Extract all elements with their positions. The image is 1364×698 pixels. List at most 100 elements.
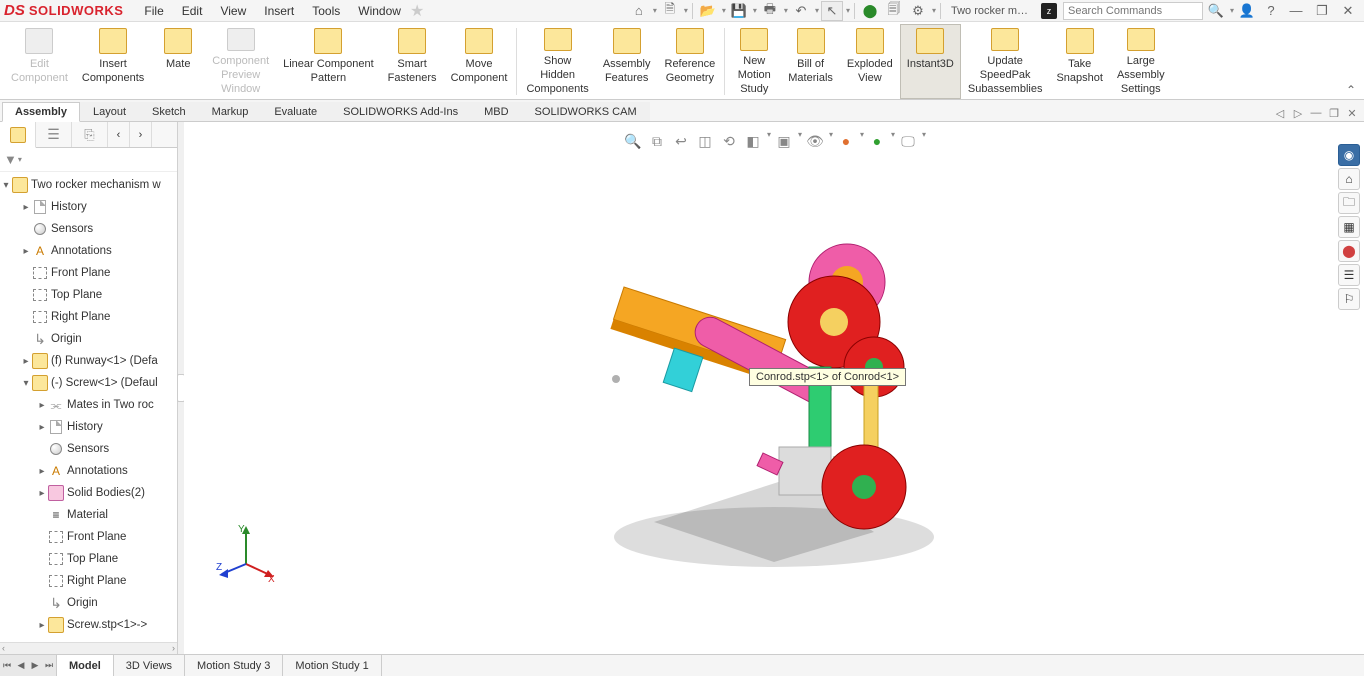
tree-node[interactable]: ▸(f) Runway<1> (Defa: [0, 350, 177, 372]
tree-node[interactable]: Sensors: [0, 438, 177, 460]
viewport-next-icon[interactable]: ▷: [1290, 105, 1306, 121]
cmd-tab-solidworks-cam[interactable]: SOLIDWORKS CAM: [522, 102, 650, 121]
cmd-tab-solidworks-add-ins[interactable]: SOLIDWORKS Add-Ins: [330, 102, 471, 121]
cmd-tab-sketch[interactable]: Sketch: [139, 102, 199, 121]
tree-node[interactable]: Top Plane: [0, 284, 177, 306]
config-tab[interactable]: ⎘: [72, 122, 108, 147]
bottom-tab-motion-study-3[interactable]: Motion Study 3: [185, 655, 283, 676]
viewport-close-icon[interactable]: ✕: [1344, 105, 1360, 121]
ribbon-insert[interactable]: InsertComponents: [75, 24, 151, 99]
window-minimize[interactable]: —: [1284, 1, 1308, 21]
dynamic-view-icon[interactable]: ⟲: [718, 130, 740, 152]
last-icon[interactable]: ⏭: [42, 660, 56, 671]
tree-node[interactable]: Right Plane: [0, 306, 177, 328]
menu-tools[interactable]: Tools: [303, 2, 349, 20]
property-tab[interactable]: ☰: [36, 122, 72, 147]
menu-window[interactable]: Window: [349, 2, 410, 20]
menu-edit[interactable]: Edit: [173, 2, 212, 20]
tree-node[interactable]: Right Plane: [0, 570, 177, 592]
ribbon-large[interactable]: LargeAssemblySettings: [1110, 24, 1172, 99]
feature-tree-tab[interactable]: [0, 122, 36, 148]
viewport-prev-icon[interactable]: ◁: [1272, 105, 1288, 121]
ribbon-instant3d[interactable]: Instant3D: [900, 24, 961, 99]
ribbon-collapse-icon[interactable]: ⌃: [1346, 83, 1356, 97]
select-icon[interactable]: ↖: [821, 1, 843, 21]
cmd-tab-layout[interactable]: Layout: [80, 102, 139, 121]
prev-icon[interactable]: ◀: [14, 660, 28, 671]
search-input[interactable]: [1063, 2, 1203, 20]
options-icon[interactable]: ⚙: [907, 1, 929, 21]
tree-node[interactable]: Front Plane: [0, 262, 177, 284]
ribbon-take[interactable]: TakeSnapshot: [1049, 24, 1109, 99]
help-icon[interactable]: ?: [1260, 1, 1282, 21]
print-icon[interactable]: 🖶: [759, 1, 781, 21]
panel-prev[interactable]: ‹: [108, 122, 130, 147]
ribbon-exploded[interactable]: ExplodedView: [840, 24, 900, 99]
custom-props-icon[interactable]: ☰: [1338, 264, 1360, 286]
ribbon-bill-of[interactable]: Bill ofMaterials: [781, 24, 840, 99]
expand-icon[interactable]: ▾: [0, 180, 12, 191]
design-library-icon[interactable]: ⌂: [1338, 168, 1360, 190]
graphics-viewport[interactable]: 🔍 ⧉ ↩ ◫ ⟲ ◧▾ ▣▾ 👁▾ ●▾ ●▾ 🖵▾ ◉ ⌂ 🗀 ▦ ⬤ ☰ …: [184, 122, 1364, 654]
view-settings-icon[interactable]: 🖵: [897, 130, 919, 152]
tree-node[interactable]: Sensors: [0, 218, 177, 240]
tree-node[interactable]: ▸Solid Bodies(2): [0, 482, 177, 504]
section-view-icon[interactable]: ◫: [694, 130, 716, 152]
ribbon-assembly[interactable]: AssemblyFeatures: [596, 24, 658, 99]
open-icon[interactable]: 📂: [697, 1, 719, 21]
tree-node[interactable]: ▾(-) Screw<1> (Defaul: [0, 372, 177, 394]
tree-node[interactable]: ▸History: [0, 196, 177, 218]
ribbon-reference[interactable]: ReferenceGeometry: [658, 24, 723, 99]
hide-show-icon[interactable]: 👁: [804, 130, 826, 152]
edit-appearance-icon[interactable]: ●: [835, 130, 857, 152]
user-icon[interactable]: 👤: [1236, 1, 1258, 21]
expand-icon[interactable]: ▸: [36, 488, 48, 499]
tree-node[interactable]: ▸AAnnotations: [0, 460, 177, 482]
tree-node[interactable]: ↳Origin: [0, 592, 177, 614]
undo-icon[interactable]: ↶: [790, 1, 812, 21]
ribbon-mate[interactable]: Mate: [151, 24, 205, 99]
menu-insert[interactable]: Insert: [255, 2, 303, 20]
feature-tree[interactable]: ▾Two rocker mechanism w▸HistorySensors▸A…: [0, 172, 177, 642]
viewport-restore-icon[interactable]: ❐: [1326, 105, 1342, 121]
expand-icon[interactable]: ▸: [20, 356, 32, 367]
ribbon-update[interactable]: UpdateSpeedPakSubassemblies: [961, 24, 1050, 99]
bottom-tab-motion-study-1[interactable]: Motion Study 1: [283, 655, 381, 676]
save-icon[interactable]: 💾: [728, 1, 750, 21]
viewport-minimize-icon[interactable]: —: [1308, 105, 1324, 121]
bottom-tab-3d-views[interactable]: 3D Views: [114, 655, 185, 676]
display-style-icon[interactable]: ▣: [773, 130, 795, 152]
expand-icon[interactable]: ▸: [20, 202, 32, 213]
tree-node[interactable]: ▸History: [0, 416, 177, 438]
cmd-tab-markup[interactable]: Markup: [199, 102, 262, 121]
file-explorer-icon[interactable]: 🗀: [1338, 192, 1360, 214]
ribbon-show[interactable]: ShowHiddenComponents: [519, 24, 595, 99]
tree-node[interactable]: ▸⫘Mates in Two roc: [0, 394, 177, 416]
zoom-area-icon[interactable]: ⧉: [646, 130, 668, 152]
rebuild-icon[interactable]: ⬤: [859, 1, 881, 21]
cmd-tab-evaluate[interactable]: Evaluate: [261, 102, 330, 121]
solidworks-resources-icon[interactable]: ◉: [1338, 144, 1360, 166]
options-file-icon[interactable]: 🗐: [883, 1, 905, 21]
expand-icon[interactable]: ▸: [36, 422, 48, 433]
tree-node[interactable]: ↳Origin: [0, 328, 177, 350]
forum-icon[interactable]: ⚐: [1338, 288, 1360, 310]
apply-scene-icon[interactable]: ●: [866, 130, 888, 152]
orientation-triad[interactable]: Y X Z: [216, 524, 276, 584]
ribbon-new[interactable]: NewMotionStudy: [727, 24, 781, 99]
tree-node[interactable]: ▸AAnnotations: [0, 240, 177, 262]
menu-view[interactable]: View: [211, 2, 255, 20]
expand-icon[interactable]: ▸: [36, 620, 48, 631]
tree-root[interactable]: ▾Two rocker mechanism w: [0, 174, 177, 196]
tree-h-scrollbar[interactable]: ‹›: [0, 642, 177, 654]
new-icon[interactable]: 🗎: [659, 1, 681, 21]
ribbon-smart[interactable]: SmartFasteners: [381, 24, 444, 99]
view-orientation-icon[interactable]: ◧: [742, 130, 764, 152]
view-palette-icon[interactable]: ▦: [1338, 216, 1360, 238]
filter-dropdown-icon[interactable]: ▾: [18, 155, 22, 164]
tree-node[interactable]: ≡Material: [0, 504, 177, 526]
expand-icon[interactable]: ▾: [20, 378, 32, 389]
window-restore[interactable]: ❐: [1310, 1, 1334, 21]
document-tab[interactable]: Two rocker mec...: [945, 4, 1035, 18]
window-close[interactable]: ✕: [1336, 1, 1360, 21]
